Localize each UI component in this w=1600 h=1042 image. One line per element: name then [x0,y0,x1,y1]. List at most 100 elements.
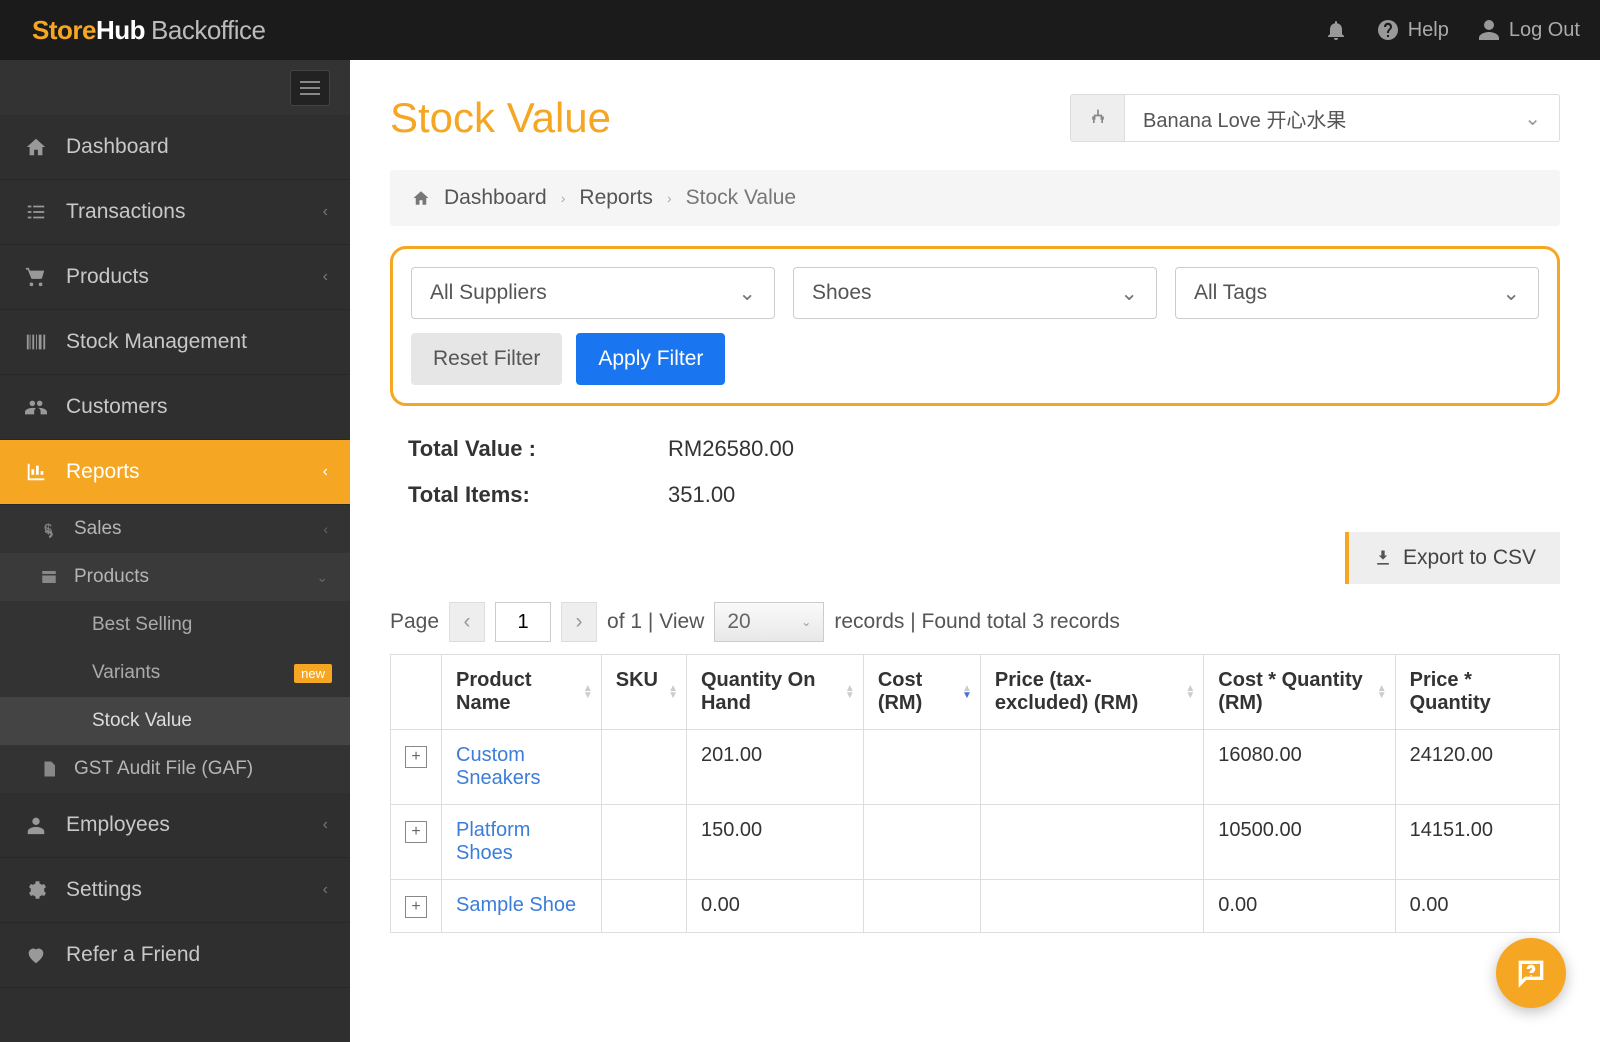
cell-price-qty: 14151.00 [1395,805,1559,880]
subnav-variants[interactable]: Variants new [0,649,350,697]
cell-sku [601,805,686,880]
help-label: Help [1408,19,1449,42]
home-icon [22,136,50,158]
logout-link[interactable]: Log Out [1477,18,1580,42]
apply-filter-button[interactable]: Apply Filter [576,333,725,385]
pagination: Page ‹ › of 1 | View 20⌄ records | Found… [390,602,1560,642]
store-switcher[interactable]: Banana Love 开心水果 ⌄ [1070,94,1560,142]
cell-sku [601,730,686,805]
list-icon [22,201,50,223]
nav-customers[interactable]: Customers [0,375,350,440]
stock-table: Product Name▲▼ SKU▲▼ Quantity On Hand▲▼ … [390,654,1560,933]
breadcrumb: Dashboard › Reports › Stock Value [390,170,1560,226]
nav-products[interactable]: Products ‹ [0,245,350,310]
reset-filter-button[interactable]: Reset Filter [411,333,562,385]
category-filter[interactable]: Shoes⌄ [793,267,1157,319]
product-link[interactable]: Sample Shoe [456,894,576,916]
nav-settings-label: Settings [66,878,142,902]
product-link[interactable]: Custom Sneakers [456,744,541,789]
chevron-down-icon: ⌄ [1502,281,1520,306]
page-title: Stock Value [390,94,611,142]
col-product[interactable]: Product Name▲▼ [442,655,602,730]
breadcrumb-dashboard[interactable]: Dashboard [444,186,547,210]
nav-employees-label: Employees [66,813,170,837]
col-cost-qty[interactable]: Cost * Quantity (RM)▲▼ [1204,655,1395,730]
table-row: +Sample Shoe0.000.000.00 [391,880,1560,933]
nav-transactions[interactable]: Transactions ‹ [0,180,350,245]
nav-refer[interactable]: Refer a Friend [0,923,350,988]
nav-products-label: Products [66,265,149,289]
sidebar: Dashboard Transactions ‹ Products ‹ Stoc… [0,60,350,1042]
nav-settings[interactable]: Settings ‹ [0,858,350,923]
help-fab-button[interactable] [1496,938,1566,1008]
product-link[interactable]: Platform Shoes [456,819,530,864]
nav-customers-label: Customers [66,395,168,419]
col-expand [391,655,442,730]
page-label: Page [390,610,439,634]
col-sku[interactable]: SKU▲▼ [601,655,686,730]
export-csv-button[interactable]: Export to CSV [1345,532,1560,584]
nav-stock-label: Stock Management [66,330,247,354]
chat-help-icon [1515,957,1547,989]
supplier-filter[interactable]: All Suppliers⌄ [411,267,775,319]
expand-row-button[interactable]: + [405,746,427,768]
col-price-qty[interactable]: Price * Quantity [1395,655,1559,730]
chevron-down-icon: ⌄ [1524,106,1541,131]
col-price-ex[interactable]: Price (tax-excluded) (RM)▲▼ [980,655,1203,730]
expand-row-button[interactable]: + [405,821,427,843]
col-cost[interactable]: Cost (RM)▲▼ [863,655,980,730]
subnav-best-selling[interactable]: Best Selling [0,601,350,649]
nav-employees[interactable]: Employees ‹ [0,793,350,858]
page-size-select[interactable]: 20⌄ [714,602,824,642]
chevron-down-icon: ⌄ [801,615,811,629]
total-value-label: Total Value : [408,436,668,462]
notifications-button[interactable] [1324,18,1348,42]
subnav-stock-value[interactable]: Stock Value [0,697,350,745]
page-input[interactable] [495,602,551,642]
page-of-text: of 1 | View [607,610,704,634]
expand-row-button[interactable]: + [405,896,427,918]
tags-filter[interactable]: All Tags⌄ [1175,267,1539,319]
brand-suffix: Backoffice [151,15,265,45]
new-badge: new [294,664,332,683]
sidebar-collapse-row [0,60,350,115]
file-icon [40,760,64,778]
chevron-left-icon: ‹ [323,268,328,286]
cell-price-ex [980,805,1203,880]
total-value: RM26580.00 [668,436,794,462]
cell-qoh: 150.00 [686,805,863,880]
subnav-products[interactable]: Products ⌄ [0,553,350,601]
col-qoh[interactable]: Quantity On Hand▲▼ [686,655,863,730]
cell-cost-qty: 10500.00 [1204,805,1395,880]
nav-reports-label: Reports [66,460,140,484]
bell-icon [1324,18,1348,42]
breadcrumb-current: Stock Value [686,186,797,210]
next-page-button[interactable]: › [561,602,597,642]
sitemap-icon [1070,94,1125,142]
chevron-left-icon: ‹ [323,816,328,834]
help-link[interactable]: Help [1376,18,1449,42]
logout-label: Log Out [1509,19,1580,42]
cell-sku [601,880,686,933]
brand-logo[interactable]: StoreHubBackoffice [32,15,266,46]
breadcrumb-reports[interactable]: Reports [579,186,653,210]
chevron-down-icon: ⌄ [738,281,756,306]
prev-page-button[interactable]: ‹ [449,602,485,642]
nav-dashboard[interactable]: Dashboard [0,115,350,180]
help-icon [1376,18,1400,42]
sidebar-toggle-button[interactable] [290,70,330,106]
cell-cost-qty: 16080.00 [1204,730,1395,805]
totals-block: Total Value : RM26580.00 Total Items: 35… [408,436,1560,508]
dollar-icon: $ [40,520,64,538]
store-select[interactable]: Banana Love 开心水果 ⌄ [1125,94,1560,142]
nav-dashboard-label: Dashboard [66,135,169,159]
export-icon [1373,548,1393,568]
subnav-sales[interactable]: $ Sales ‹ [0,505,350,553]
subnav-gst[interactable]: GST Audit File (GAF) [0,745,350,793]
chevron-left-icon: ‹ [323,881,328,899]
box-icon [40,568,64,586]
nav-reports[interactable]: Reports ‹ [0,440,350,505]
nav-stock[interactable]: Stock Management [0,310,350,375]
nav-refer-label: Refer a Friend [66,943,200,967]
cell-price-ex [980,880,1203,933]
